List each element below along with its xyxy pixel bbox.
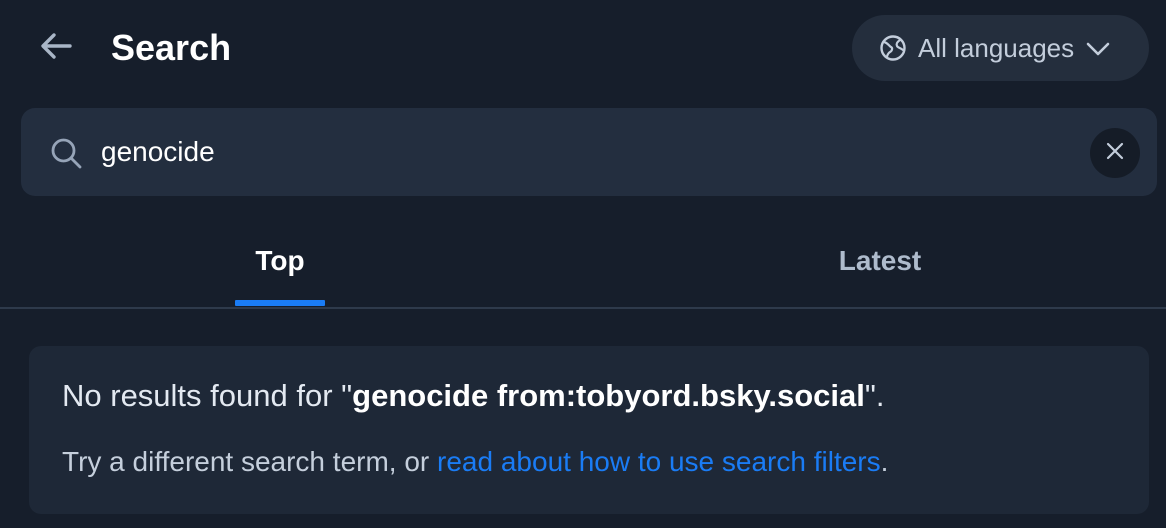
arrow-left-icon bbox=[36, 26, 76, 71]
active-tab-indicator bbox=[235, 300, 325, 306]
tab-label: Top bbox=[255, 245, 305, 276]
search-bar bbox=[21, 108, 1157, 196]
clear-search-button[interactable] bbox=[1090, 128, 1140, 178]
search-hint: Try a different search term, or read abo… bbox=[62, 444, 888, 480]
empty-results-card: No results found for "genocide from:toby… bbox=[29, 346, 1149, 514]
search-input[interactable] bbox=[101, 128, 1061, 176]
header: Search All languages bbox=[0, 0, 1166, 96]
tab-label: Latest bbox=[838, 245, 922, 276]
globe-icon bbox=[878, 33, 908, 63]
no-results-suffix: ". bbox=[864, 378, 885, 413]
close-icon bbox=[1104, 140, 1126, 167]
search-query-text: genocide from:tobyord.bsky.social bbox=[352, 378, 865, 413]
hint-prefix: Try a different search term, or bbox=[62, 446, 438, 477]
chevron-down-icon bbox=[1084, 34, 1112, 62]
search-filters-help-link[interactable]: read about how to use search filters bbox=[437, 446, 881, 477]
page-title: Search bbox=[111, 27, 232, 68]
search-page: Search All languages genocide Top Latest… bbox=[0, 0, 1166, 528]
language-filter-label: All languages bbox=[918, 33, 1075, 63]
tab-latest[interactable]: Latest bbox=[820, 226, 940, 306]
search-icon bbox=[49, 136, 83, 170]
back-button[interactable] bbox=[30, 26, 82, 70]
tab-top[interactable]: Top bbox=[235, 226, 325, 306]
tab-bar: Top Latest bbox=[0, 226, 1166, 309]
hint-suffix: . bbox=[880, 446, 889, 477]
no-results-prefix: No results found for " bbox=[62, 378, 353, 413]
language-filter-button[interactable]: All languages bbox=[852, 15, 1149, 81]
no-results-message: No results found for "genocide from:toby… bbox=[62, 376, 885, 416]
